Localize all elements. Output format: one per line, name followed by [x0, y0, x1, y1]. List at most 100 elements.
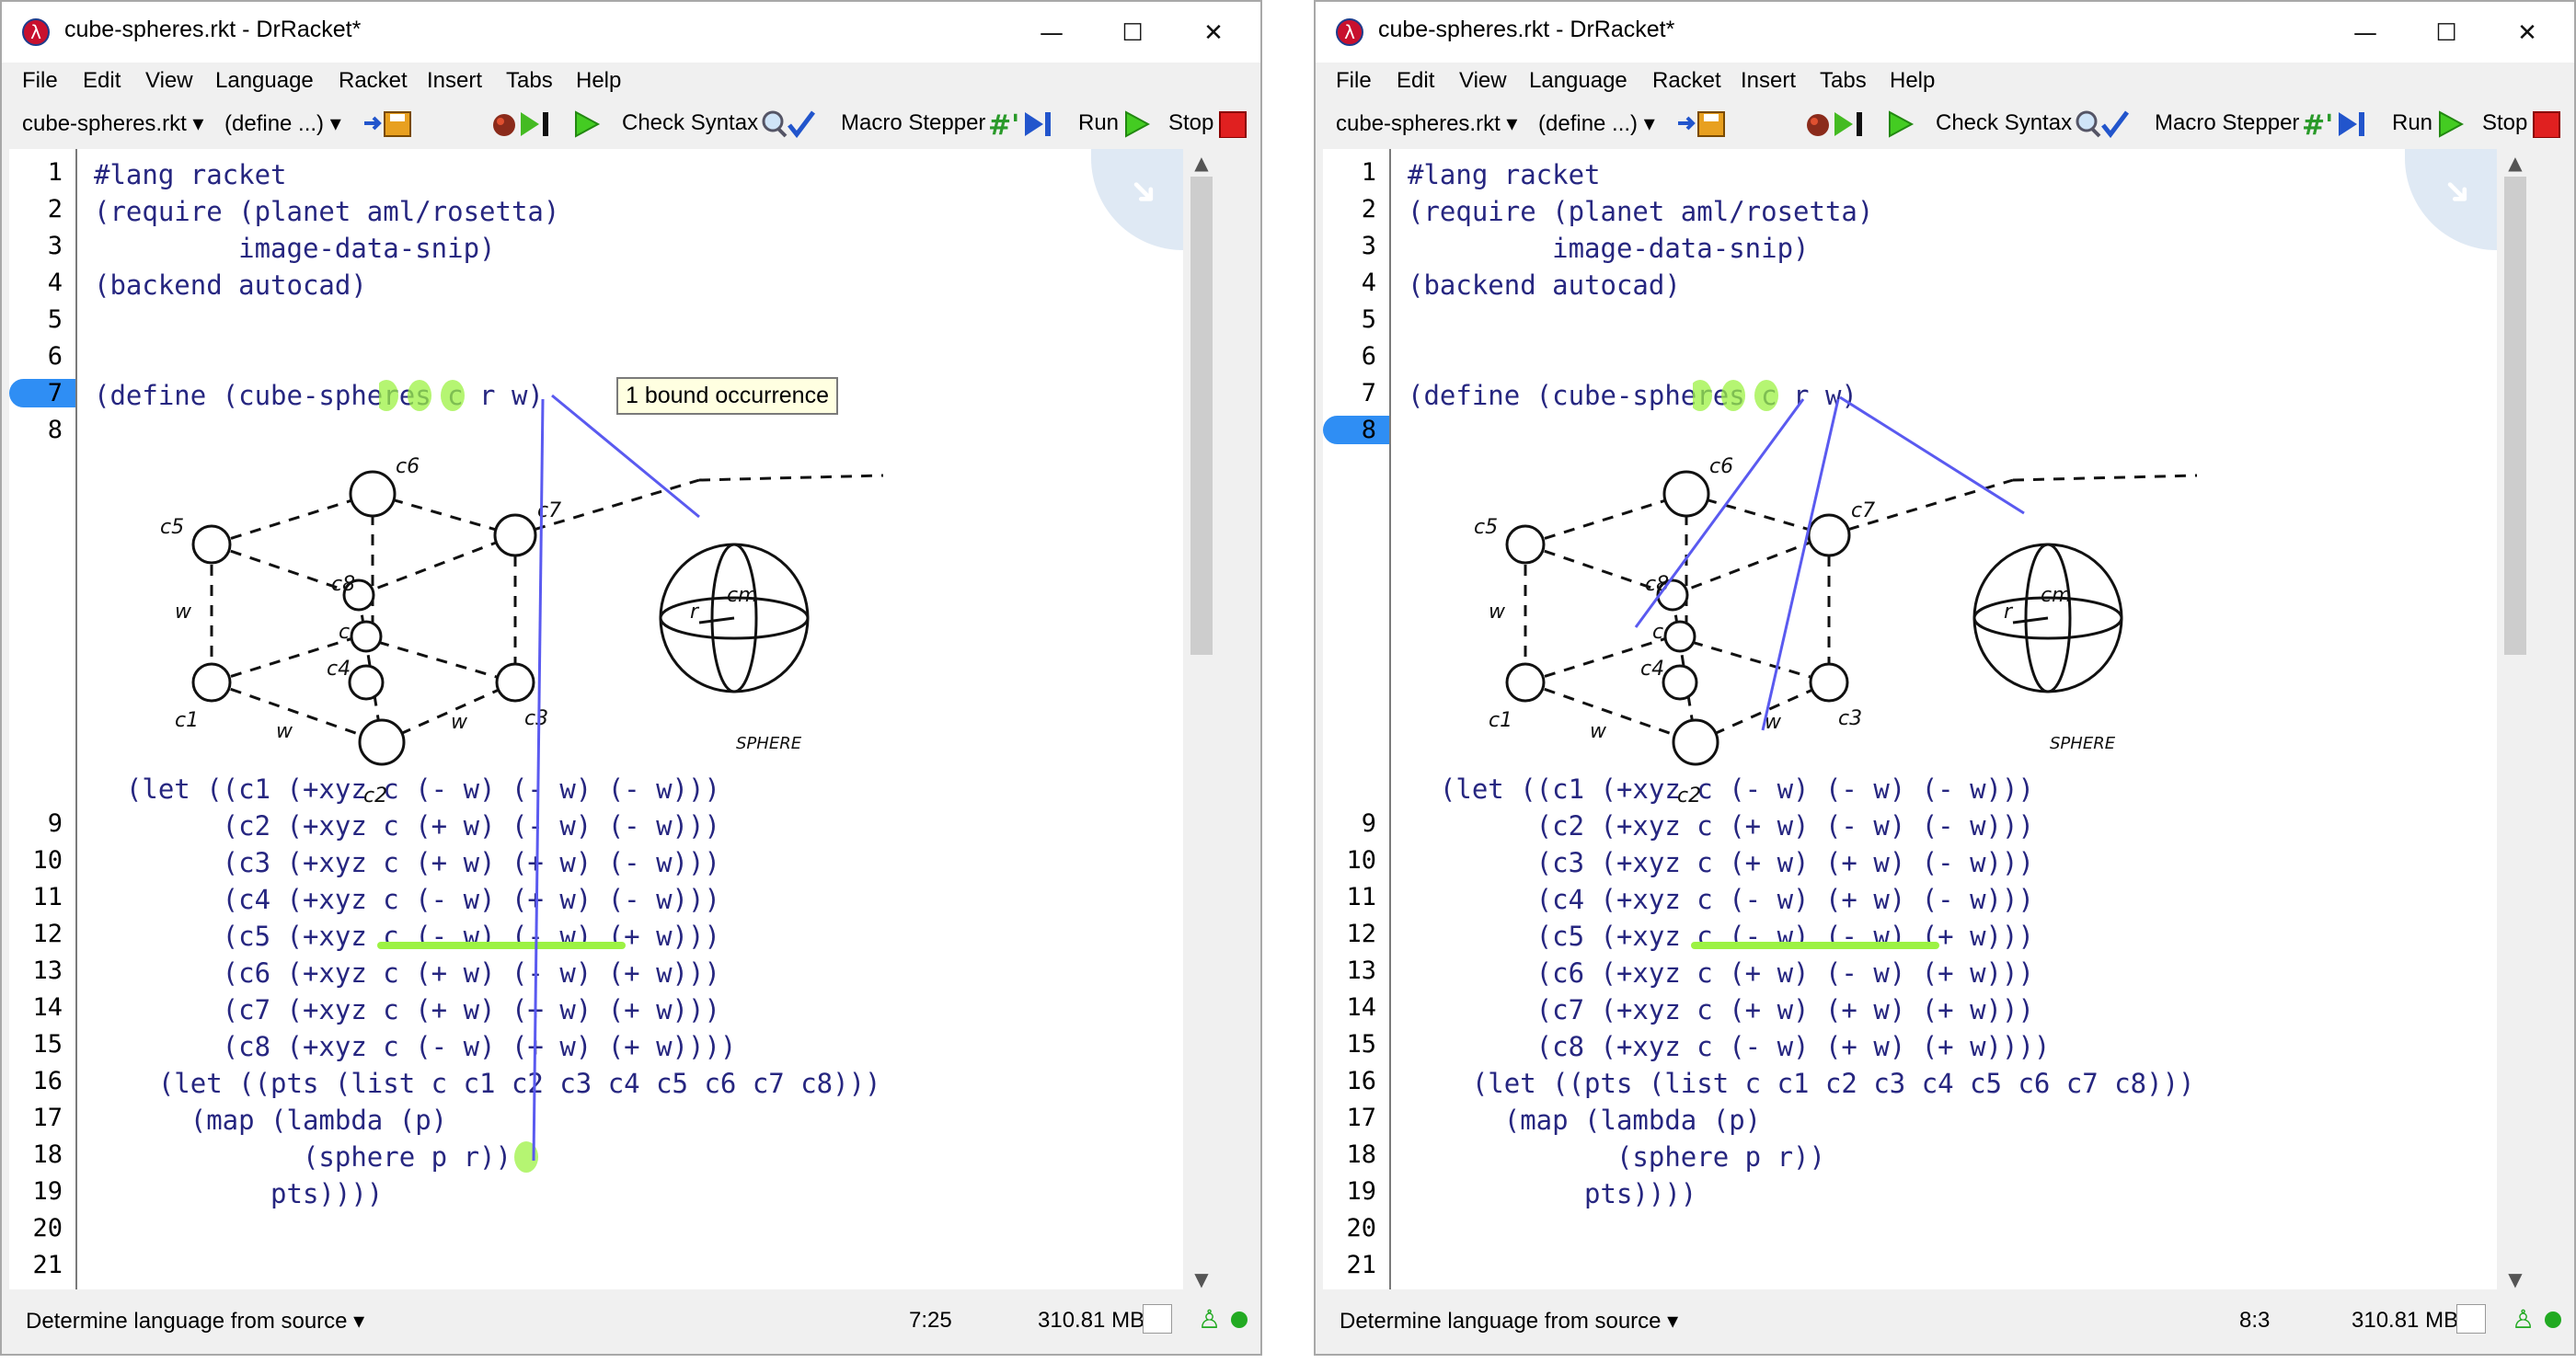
stop-button[interactable]: Stop: [2482, 110, 2527, 136]
code-line: (c8 (+xyz c (- w) (+ w) (+ w)))): [1408, 1031, 2051, 1062]
menu-help[interactable]: Help: [1890, 68, 1935, 94]
sketch-label-r: r: [690, 601, 700, 624]
scroll-thumb[interactable]: [2504, 177, 2526, 655]
check-syntax-button[interactable]: Check Syntax: [622, 110, 758, 136]
menu-insert[interactable]: Insert: [427, 68, 482, 94]
image-data-snip[interactable]: c5 c6 c7 c8 c c4 c1 c3 c2 w w w cm r SPH…: [1461, 425, 2436, 940]
svg-text:#': #': [2302, 109, 2333, 138]
menu-racket[interactable]: Racket: [339, 68, 408, 94]
file-selector[interactable]: cube-spheres.rkt ▾: [22, 110, 203, 137]
sketch-label-c4: c4: [327, 658, 351, 681]
menu-language[interactable]: Language: [215, 68, 314, 94]
macro-stepper-icon[interactable]: #': [988, 109, 1058, 138]
menu-tabs[interactable]: Tabs: [506, 68, 553, 94]
maximize-button[interactable]: ☐: [2407, 7, 2486, 59]
run-icon[interactable]: [2436, 109, 2464, 138]
memory-usage[interactable]: 310.81 MB: [2352, 1308, 2458, 1334]
r-occurrence-highlight: [514, 1141, 538, 1173]
close-button[interactable]: ✕: [1174, 7, 1253, 59]
definitions-editor[interactable]: 1 2 3 4 5 6 7 8 9 10 11 12 13 14 15 16 1…: [9, 149, 1220, 1293]
menu-tabs[interactable]: Tabs: [1820, 68, 1867, 94]
macro-stepper-button[interactable]: Macro Stepper: [2155, 110, 2299, 136]
code-line: (sphere p r)): [1408, 1141, 1825, 1173]
vertical-scrollbar[interactable]: ▲ ▼: [1183, 149, 1220, 1293]
debug-icon[interactable]: [1805, 109, 1879, 138]
code-line: (map (lambda (p): [1408, 1105, 1762, 1136]
save-icon[interactable]: [362, 109, 420, 138]
macro-stepper-button[interactable]: Macro Stepper: [841, 110, 985, 136]
sketch-label-c5: c5: [160, 516, 184, 539]
toolbar: cube-spheres.rkt ▾ (define ...) ▾ Check …: [2, 101, 1260, 147]
define-selector[interactable]: (define ...) ▾: [1538, 110, 1655, 137]
code-line: (require (planet aml/rosetta): [1408, 196, 1874, 227]
stop-button[interactable]: Stop: [1168, 110, 1213, 136]
debug-icon[interactable]: [491, 109, 565, 138]
status-bar: Determine language from source ▾ 8:3 310…: [1316, 1289, 2574, 1354]
drracket-logo-icon: λ: [1336, 18, 1363, 46]
menu-view[interactable]: View: [145, 68, 193, 94]
sketch-label-c2: c2: [1677, 785, 1701, 807]
sketch-label-cm: cm: [727, 584, 758, 607]
run-button[interactable]: Run: [2392, 110, 2432, 136]
memory-usage[interactable]: 310.81 MB: [1038, 1308, 1144, 1334]
file-selector[interactable]: cube-spheres.rkt ▾: [1336, 110, 1517, 137]
drracket-window-right: λ cube-spheres.rkt - DrRacket* — ☐ ✕ Fil…: [1314, 0, 2576, 1356]
code-line: (c7 (+xyz c (+ w) (+ w) (+ w))): [1408, 994, 2034, 1025]
macro-stepper-icon[interactable]: #': [2302, 109, 2372, 138]
line-number: 17: [32, 1104, 63, 1132]
minimize-button[interactable]: —: [2326, 7, 2405, 59]
title-bar: λ cube-spheres.rkt - DrRacket* — ☐ ✕: [2, 2, 1260, 63]
line-number: 4: [1361, 269, 1376, 297]
play-icon[interactable]: [572, 109, 602, 138]
scroll-up-icon[interactable]: ▲: [2497, 149, 2534, 177]
menu-file[interactable]: File: [22, 68, 58, 94]
language-selector[interactable]: Determine language from source ▾: [26, 1308, 364, 1334]
menu-insert[interactable]: Insert: [1741, 68, 1796, 94]
menu-racket[interactable]: Racket: [1652, 68, 1721, 94]
code-line: (c7 (+xyz c (+ w) (+ w) (+ w))): [94, 994, 720, 1025]
close-button[interactable]: ✕: [2488, 7, 2567, 59]
sketch-label-c6: c6: [396, 455, 420, 478]
play-icon[interactable]: [1886, 109, 1915, 138]
code-line: (let ((pts (list c c1 c2 c3 c4 c5 c6 c7 …: [94, 1068, 881, 1099]
menu-edit[interactable]: Edit: [1397, 68, 1434, 94]
save-icon[interactable]: [1676, 109, 1733, 138]
menu-bar: File Edit View Language Racket Insert Ta…: [2, 63, 1260, 101]
menu-edit[interactable]: Edit: [83, 68, 121, 94]
define-selector[interactable]: (define ...) ▾: [224, 110, 341, 137]
magnifier-check-icon[interactable]: [758, 109, 817, 138]
line-number: 19: [32, 1177, 63, 1206]
toolbar: cube-spheres.rkt ▾ (define ...) ▾ Check …: [1316, 101, 2574, 147]
gc-indicator: [2456, 1304, 2486, 1334]
definitions-editor[interactable]: 1 2 3 4 5 6 7 8 9 10 11 12 13 14 15 16 1…: [1323, 149, 2534, 1293]
code-line: (backend autocad): [1408, 269, 1681, 301]
image-data-snip[interactable]: c5 c6 c7 c8 c c4 c1 c3 c2 w w w cm r SPH…: [147, 425, 1122, 940]
magnifier-check-icon[interactable]: [2072, 109, 2131, 138]
stop-icon[interactable]: [1218, 109, 1248, 138]
sketch-label-w: w: [175, 601, 192, 624]
code-line: pts)))): [1408, 1178, 1697, 1209]
run-button[interactable]: Run: [1078, 110, 1119, 136]
code-line: pts)))): [94, 1178, 384, 1209]
check-syntax-button[interactable]: Check Syntax: [1936, 110, 2072, 136]
sketch-label-w: w: [1590, 720, 1607, 743]
status-bar: Determine language from source ▾ 7:25 31…: [2, 1289, 1260, 1354]
vertical-scrollbar[interactable]: ▲ ▼: [2497, 149, 2534, 1293]
scroll-thumb[interactable]: [1190, 177, 1213, 655]
stop-icon[interactable]: [2532, 109, 2561, 138]
menu-help[interactable]: Help: [576, 68, 621, 94]
language-selector[interactable]: Determine language from source ▾: [1340, 1308, 1678, 1334]
current-line-number: 7: [9, 379, 75, 407]
minimize-button[interactable]: —: [1012, 7, 1091, 59]
binding-highlights: [1693, 380, 1778, 411]
menu-view[interactable]: View: [1459, 68, 1507, 94]
menu-language[interactable]: Language: [1529, 68, 1627, 94]
code-line: image-data-snip): [94, 233, 496, 264]
line-number: 6: [47, 342, 63, 371]
maximize-button[interactable]: ☐: [1093, 7, 1172, 59]
run-icon[interactable]: [1122, 109, 1150, 138]
code-line: (c6 (+xyz c (+ w) (- w) (+ w))): [94, 957, 720, 989]
scroll-up-icon[interactable]: ▲: [1183, 149, 1220, 177]
menu-file[interactable]: File: [1336, 68, 1372, 94]
line-number: 18: [1346, 1140, 1376, 1169]
